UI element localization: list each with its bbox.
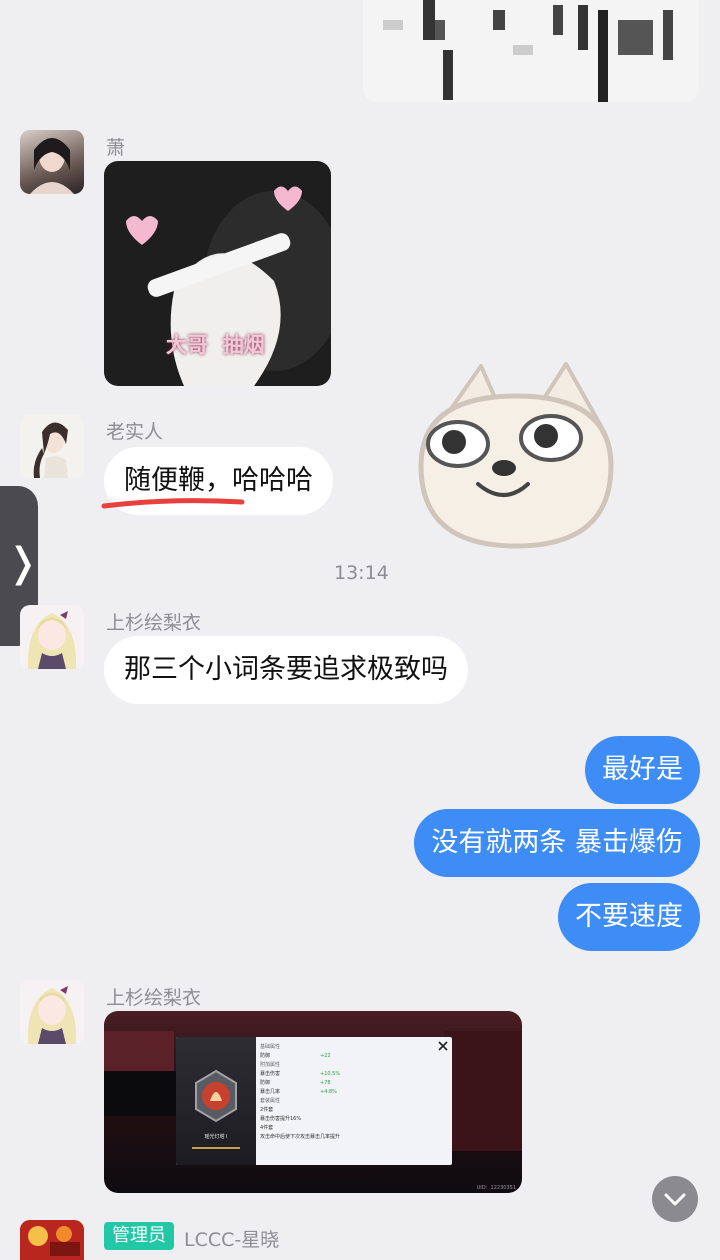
stat-row: 暴击伤害 +10.5% [260,1070,446,1079]
avatar-portrait-art [30,138,74,194]
chevron-down-icon [664,1193,686,1206]
stat-row: 防御 +78 [260,1079,446,1088]
sender-name: 萧 [106,137,126,159]
stat-label: 暴击几率 [260,1089,281,1095]
sender-name: 上杉绘梨衣 [106,612,202,634]
stat-value: +78 [320,1080,331,1086]
stat-value: +22 [320,1053,331,1059]
pixel-sticker-art [383,0,673,102]
outgoing-bubble[interactable]: 不要速度 [558,883,700,951]
section-title: 附加属性 [260,1062,281,1068]
red-underline-mark [101,498,245,509]
outgoing-bubble[interactable]: 没有就两条 暴击爆伤 [414,809,700,877]
dog-sticker[interactable] [416,356,616,556]
avatar-shangshan[interactable] [20,980,84,1044]
outgoing-bubble[interactable]: 最好是 [585,736,700,804]
set-bonus-4-desc: 攻击命中后使下次攻击暴击几率提升 [260,1134,341,1140]
time-divider: 13:14 [334,562,389,584]
section-title: 基础属性 [260,1044,281,1050]
item-name: 瑶光灯塔 I [204,1134,228,1140]
avatar-laoshiren[interactable] [20,414,84,478]
stat-label: 防御 [260,1080,271,1086]
meme-caption: 大哥 抽烟 [166,333,265,357]
sender-name: 上杉绘梨衣 [106,987,202,1009]
scroll-to-bottom-button[interactable] [652,1176,698,1222]
sender-name: 老实人 [106,421,164,443]
top-sticker-image[interactable] [363,0,699,102]
stat-value: +4.8% [320,1089,337,1095]
avatar-art [20,1220,84,1260]
avatar-portrait-art [33,422,68,478]
section-title: 套装属性 [260,1098,281,1104]
set-bonus-4-title: 4件套 [260,1125,274,1131]
set-bonus-2-title: 2件套 [260,1107,274,1113]
avatar-anime-girl-art [27,986,77,1044]
message-bubble[interactable]: 那三个小词条要追求极致吗 [104,636,468,704]
game-screenshot[interactable]: 瑶光灯塔 I 基础属性 防御 +22 附加属性 暴击伤害 +10.5% 防御 +… [104,1011,522,1193]
item-detail-panel: 瑶光灯塔 I 基础属性 防御 +22 附加属性 暴击伤害 +10.5% 防御 +… [176,1037,452,1165]
stat-label: 暴击伤害 [260,1071,281,1077]
stat-value: +10.5% [320,1071,341,1077]
stat-label: 防御 [260,1053,271,1059]
avatar-admin[interactable] [20,1220,84,1260]
uid-label: UID：12230351 [476,1185,516,1191]
admin-badge: 管理员 [104,1222,174,1250]
chevron-right-icon: ❭ [6,540,40,586]
set-bonus-2-desc: 暴击伤害提升16% [260,1116,302,1122]
dog-face-sticker-art [418,362,614,549]
item-icon-panel: 瑶光灯塔 I [176,1037,256,1165]
avatar-shangshan[interactable] [20,605,84,669]
stat-row: 暴击几率 +4.8% [260,1088,446,1097]
avatar-xiao[interactable] [20,130,84,194]
avatar-anime-girl-art [27,611,77,669]
stat-row: 防御 +22 [260,1052,446,1061]
stats-column: 基础属性 防御 +22 附加属性 暴击伤害 +10.5% 防御 +78 暴击几率… [260,1043,446,1142]
close-icon[interactable] [436,1039,450,1053]
meme-image[interactable]: 大哥 抽烟 [104,161,331,386]
relic-icon [192,1069,240,1149]
